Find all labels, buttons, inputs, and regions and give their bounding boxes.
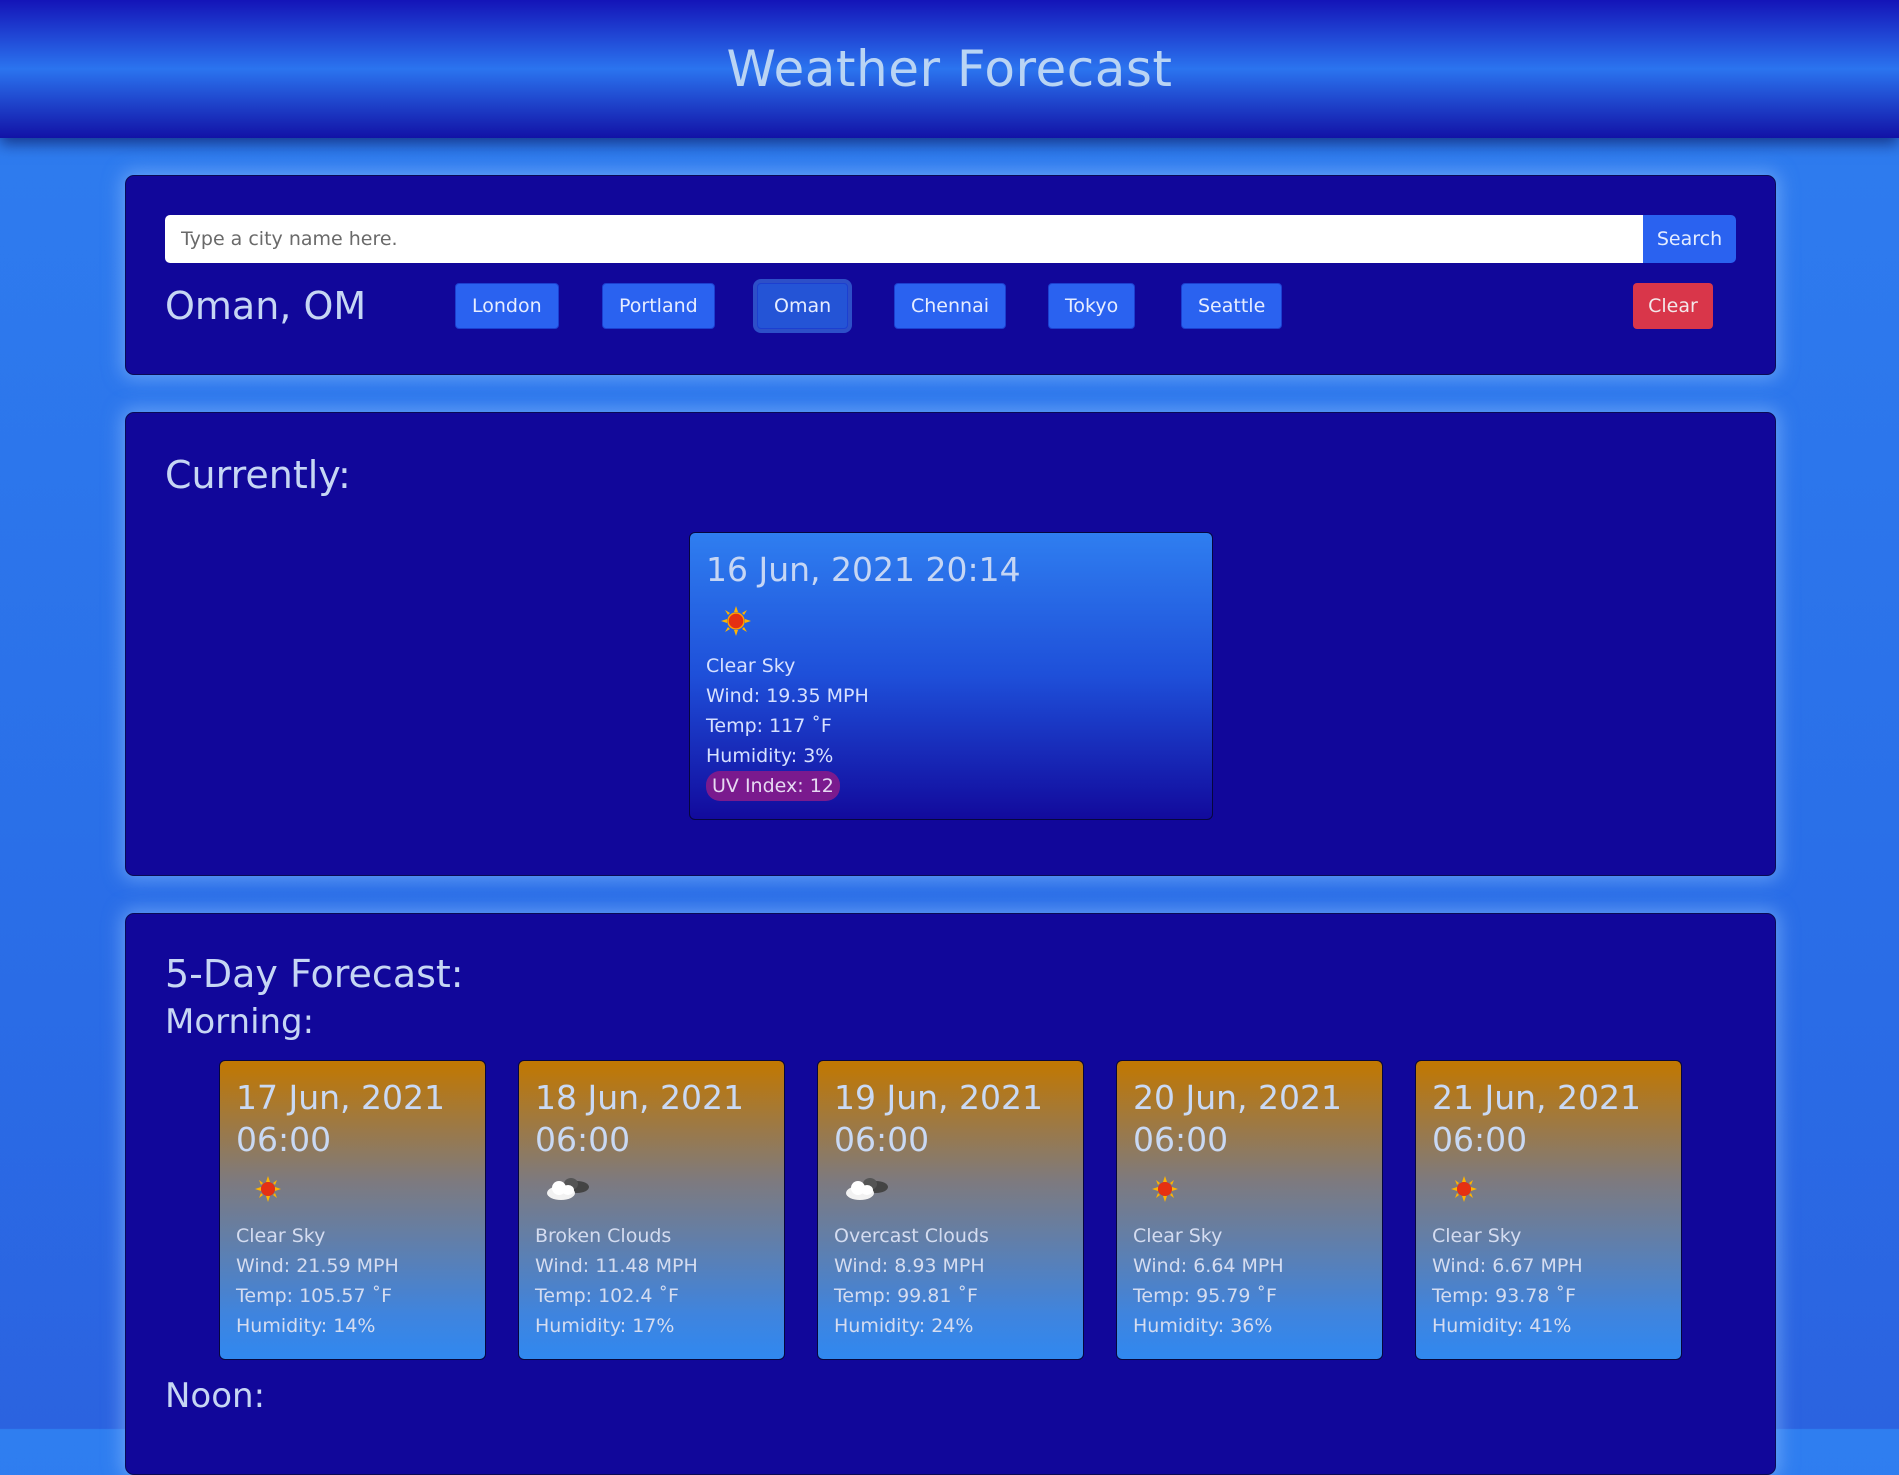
forecast-day: 19 Jun, 2021 (834, 1078, 1044, 1117)
forecast-wind: Wind: 11.48 MPH (535, 1255, 698, 1277)
forecast-details: Clear Sky Wind: 6.67 MPH Temp: 93.78 ˚F … (1432, 1221, 1583, 1341)
forecast-temp: Temp: 102.4 ˚F (535, 1285, 679, 1307)
forecast-description: Clear Sky (1432, 1225, 1522, 1247)
forecast-wind: Wind: 21.59 MPH (236, 1255, 399, 1277)
forecast-wind: Wind: 6.67 MPH (1432, 1255, 1583, 1277)
current-date: 16 Jun, 2021 20:14 (706, 550, 1021, 589)
forecast-card: 21 Jun, 2021 06:00 Clear Sky Wind: 6.67 … (1415, 1060, 1682, 1360)
current-details: Clear Sky Wind: 19.35 MPH Temp: 117 ˚F H… (706, 651, 869, 801)
forecast-temp: Temp: 95.79 ˚F (1133, 1285, 1277, 1307)
forecast-day: 18 Jun, 2021 (535, 1078, 745, 1117)
forecast-time: 06:00 (535, 1120, 631, 1159)
city-search-input[interactable] (165, 215, 1643, 263)
forecast-temp: Temp: 105.57 ˚F (236, 1285, 393, 1307)
current-heading: Currently: (165, 453, 351, 497)
search-bar: Search (165, 215, 1736, 263)
sun-icon (1152, 1176, 1178, 1202)
forecast-humidity: Humidity: 17% (535, 1315, 675, 1337)
forecast-card: 18 Jun, 2021 06:00 Broken Clouds Wind: 1… (518, 1060, 785, 1360)
current-city-title: Oman, OM (165, 284, 367, 328)
forecast-description: Broken Clouds (535, 1225, 672, 1247)
sun-icon (1451, 1176, 1477, 1202)
forecast-time: 06:00 (1133, 1120, 1229, 1159)
search-button[interactable]: Search (1643, 215, 1736, 263)
forecast-card: 17 Jun, 2021 06:00 Clear Sky Wind: 21.59… (219, 1060, 486, 1360)
forecast-details: Broken Clouds Wind: 11.48 MPH Temp: 102.… (535, 1221, 698, 1341)
forecast-day: 21 Jun, 2021 (1432, 1078, 1642, 1117)
forecast-date: 18 Jun, 2021 06:00 (535, 1077, 744, 1161)
forecast-time: 06:00 (236, 1120, 332, 1159)
forecast-details: Overcast Clouds Wind: 8.93 MPH Temp: 99.… (834, 1221, 989, 1341)
current-temp: Temp: 117 ˚F (706, 715, 832, 737)
current-weather-panel: Currently: 16 Jun, 2021 20:14 Clear Sky … (125, 412, 1776, 876)
forecast-wind: Wind: 6.64 MPH (1133, 1255, 1284, 1277)
forecast-temp: Temp: 93.78 ˚F (1432, 1285, 1576, 1307)
uv-index-badge: UV Index: 12 (706, 771, 840, 801)
search-panel: Search Oman, OM London Portland Oman Che… (125, 175, 1776, 375)
history-button-oman[interactable]: Oman (757, 283, 849, 329)
forecast-time: 06:00 (834, 1120, 930, 1159)
forecast-details: Clear Sky Wind: 21.59 MPH Temp: 105.57 ˚… (236, 1221, 399, 1341)
forecast-description: Overcast Clouds (834, 1225, 989, 1247)
forecast-wind: Wind: 8.93 MPH (834, 1255, 985, 1277)
forecast-date: 21 Jun, 2021 06:00 (1432, 1077, 1641, 1161)
forecast-day: 20 Jun, 2021 (1133, 1078, 1343, 1117)
forecast-time: 06:00 (1432, 1120, 1528, 1159)
forecast-date: 17 Jun, 2021 06:00 (236, 1077, 445, 1161)
forecast-humidity: Humidity: 24% (834, 1315, 974, 1337)
history-button-tokyo[interactable]: Tokyo (1048, 283, 1136, 329)
morning-heading: Morning: (165, 1002, 315, 1042)
current-humidity: Humidity: 3% (706, 745, 834, 767)
current-weather-card: 16 Jun, 2021 20:14 Clear Sky Wind: 19.35… (689, 532, 1213, 820)
clouds-icon (846, 1178, 888, 1200)
forecast-temp: Temp: 99.81 ˚F (834, 1285, 978, 1307)
history-button-portland[interactable]: Portland (602, 283, 715, 329)
forecast-humidity: Humidity: 41% (1432, 1315, 1572, 1337)
clouds-icon (547, 1178, 589, 1200)
current-description: Clear Sky (706, 655, 796, 677)
forecast-humidity: Humidity: 14% (236, 1315, 376, 1337)
forecast-date: 19 Jun, 2021 06:00 (834, 1077, 1043, 1161)
history-button-london[interactable]: London (455, 283, 559, 329)
forecast-details: Clear Sky Wind: 6.64 MPH Temp: 95.79 ˚F … (1133, 1221, 1284, 1341)
forecast-description: Clear Sky (236, 1225, 326, 1247)
forecast-panel: 5-Day Forecast: Morning: 17 Jun, 2021 06… (125, 913, 1776, 1475)
history-button-chennai[interactable]: Chennai (894, 283, 1007, 329)
forecast-day: 17 Jun, 2021 (236, 1078, 446, 1117)
forecast-heading: 5-Day Forecast: (165, 952, 464, 996)
forecast-card: 20 Jun, 2021 06:00 Clear Sky Wind: 6.64 … (1116, 1060, 1383, 1360)
forecast-card: 19 Jun, 2021 06:00 Overcast Clouds Wind:… (817, 1060, 1084, 1360)
page-header: Weather Forecast (0, 0, 1899, 138)
noon-heading: Noon: (165, 1376, 266, 1416)
current-wind: Wind: 19.35 MPH (706, 685, 869, 707)
forecast-date: 20 Jun, 2021 06:00 (1133, 1077, 1342, 1161)
sun-icon (255, 1176, 281, 1202)
page-title: Weather Forecast (726, 40, 1173, 98)
history-button-seattle[interactable]: Seattle (1181, 283, 1283, 329)
sun-icon (721, 606, 751, 636)
forecast-humidity: Humidity: 36% (1133, 1315, 1273, 1337)
forecast-description: Clear Sky (1133, 1225, 1223, 1247)
clear-history-button[interactable]: Clear (1633, 283, 1713, 329)
